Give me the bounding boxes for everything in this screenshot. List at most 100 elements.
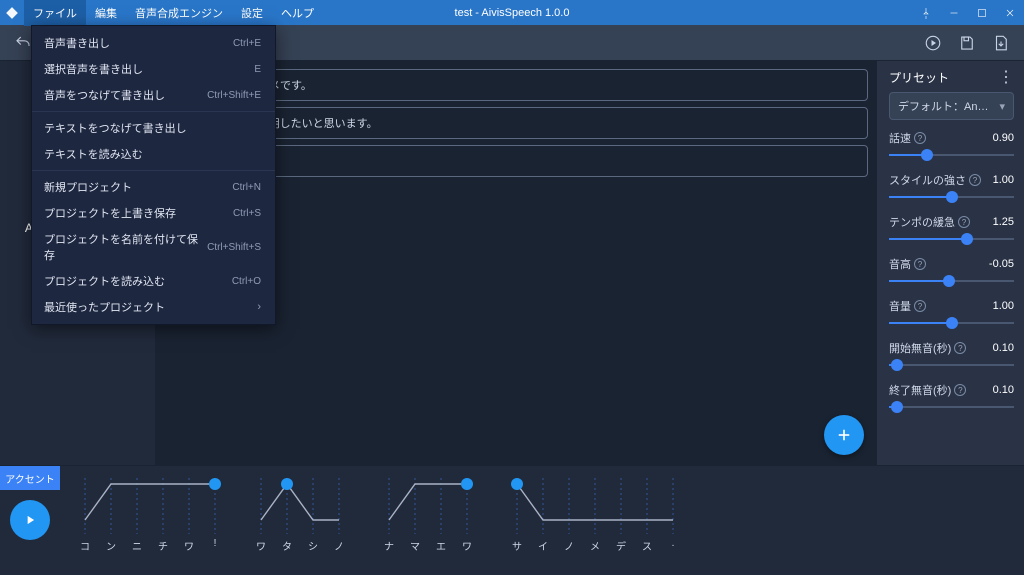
accent-graph[interactable]: コンニチワ!ワタシノナマエワサイノメデス. <box>60 466 1024 575</box>
menu-item-label: テキストをつなげて書き出し <box>44 120 187 136</box>
menu-item-label: テキストを読み込む <box>44 146 143 162</box>
menu-item[interactable]: 最近使ったプロジェクト › <box>32 294 275 320</box>
mora-label[interactable]: メ <box>582 538 608 553</box>
save-button[interactable] <box>952 29 982 57</box>
param-slider[interactable] <box>889 274 1014 288</box>
mora-label[interactable]: サ <box>504 538 530 553</box>
menu-shortcut: Ctrl+S <box>233 208 261 219</box>
mora-label[interactable]: マ <box>402 538 428 553</box>
menu-shortcut: E <box>254 64 261 75</box>
param-row: 音量 ?1.00 <box>889 298 1014 330</box>
menu-item[interactable]: 音声をつなげて書き出しCtrl+Shift+E <box>32 82 275 108</box>
help-icon[interactable]: ? <box>954 384 966 396</box>
param-slider[interactable] <box>889 232 1014 246</box>
menu-shortcut: Ctrl+O <box>232 276 261 287</box>
param-slider[interactable] <box>889 358 1014 372</box>
mora-label[interactable]: コ <box>72 538 98 553</box>
param-slider[interactable] <box>889 190 1014 204</box>
param-label: 話速 <box>889 130 911 146</box>
mora-label[interactable]: シ <box>300 538 326 553</box>
help-icon[interactable]: ? <box>969 174 981 186</box>
menu-shortcut: Ctrl+N <box>232 182 261 193</box>
pin-button[interactable] <box>912 0 940 25</box>
mora-label[interactable]: ワ <box>176 538 202 553</box>
preset-title: プリセット <box>889 69 949 86</box>
menubar: ファイル 編集 音声合成エンジン 設定 ヘルプ <box>24 0 323 26</box>
playall-button[interactable] <box>918 29 948 57</box>
text-line[interactable]: 前はサイノメです。 <box>205 69 868 101</box>
param-value: 1.00 <box>993 174 1014 186</box>
param-label: テンポの緩急 <box>889 214 955 230</box>
param-row: 終了無音(秒) ?0.10 <box>889 382 1014 414</box>
file-menu-dropdown: 音声書き出しCtrl+E 選択音声を書き出し E 音声をつなげて書き出しCtrl+Sh… <box>31 25 276 325</box>
preset-more-icon[interactable]: ⋮ <box>998 70 1014 86</box>
tab-accent[interactable]: アクセント <box>0 466 60 490</box>
help-icon[interactable]: ? <box>958 216 970 228</box>
param-slider[interactable] <box>889 316 1014 330</box>
menu-help[interactable]: ヘルプ <box>272 0 323 26</box>
chevron-down-icon: ▾ <box>999 100 1005 113</box>
help-icon[interactable]: ? <box>914 132 926 144</box>
mora-label[interactable]: デ <box>608 538 634 553</box>
menu-shortcut: Ctrl+Shift+E <box>207 90 261 101</box>
menu-item-label: 最近使ったプロジェクト <box>44 299 165 315</box>
mora-label[interactable]: ン <box>98 538 124 553</box>
param-value: 0.10 <box>993 384 1014 396</box>
param-label: 音量 <box>889 298 911 314</box>
param-row: 音高 ?-0.05 <box>889 256 1014 288</box>
param-slider[interactable] <box>889 148 1014 162</box>
text-line[interactable]: について説明したいと思います。 <box>205 107 868 139</box>
mora-label[interactable]: ノ <box>556 538 582 553</box>
menu-item-label: プロジェクトを名前を付けて保存 <box>44 231 207 263</box>
mora-label[interactable]: タ <box>274 538 300 553</box>
help-icon[interactable]: ? <box>914 258 926 270</box>
preset-selected: デフォルト：An… <box>898 98 988 114</box>
menu-edit[interactable]: 編集 <box>86 0 126 26</box>
menu-item-label: 新規プロジェクト <box>44 179 132 195</box>
menu-item[interactable]: テキストをつなげて書き出し <box>32 115 275 141</box>
mora-label[interactable]: . <box>660 538 686 553</box>
mora-label[interactable]: ! <box>202 538 228 553</box>
mora-label[interactable]: ワ <box>248 538 274 553</box>
menu-separator <box>32 111 275 112</box>
menu-item[interactable]: 選択音声を書き出し E <box>32 56 275 82</box>
preset-panel: プリセット ⋮ デフォルト：An… ▾ 話速 ?0.90スタイルの強さ ?1.0… <box>876 61 1024 465</box>
mora-label[interactable]: ノ <box>326 538 352 553</box>
maximize-button[interactable] <box>968 0 996 25</box>
mora-label[interactable]: イ <box>530 538 556 553</box>
help-icon[interactable]: ? <box>914 300 926 312</box>
menu-settings[interactable]: 設定 <box>232 0 272 26</box>
mora-label[interactable]: ス <box>634 538 660 553</box>
mora-label[interactable]: ナ <box>376 538 402 553</box>
menu-engine[interactable]: 音声合成エンジン <box>126 0 232 26</box>
menu-item-label: プロジェクトを読み込む <box>44 273 165 289</box>
param-slider[interactable] <box>889 400 1014 414</box>
param-row: テンポの緩急 ?1.25 <box>889 214 1014 246</box>
menu-item[interactable]: プロジェクトを上書き保存Ctrl+S <box>32 200 275 226</box>
chevron-right-icon: › <box>257 301 261 313</box>
minimize-button[interactable] <box>940 0 968 25</box>
param-value: -0.05 <box>989 258 1014 270</box>
mora-label[interactable]: ニ <box>124 538 150 553</box>
mora-label[interactable]: チ <box>150 538 176 553</box>
text-line[interactable] <box>205 145 868 177</box>
menu-item[interactable]: テキストを読み込む <box>32 141 275 167</box>
param-row: 開始無音(秒) ?0.10 <box>889 340 1014 372</box>
menu-item[interactable]: 音声書き出しCtrl+E <box>32 30 275 56</box>
preset-select[interactable]: デフォルト：An… ▾ <box>889 92 1014 120</box>
help-icon[interactable]: ? <box>954 342 966 354</box>
menu-shortcut: Ctrl+E <box>233 38 261 49</box>
menu-file[interactable]: ファイル <box>24 0 86 26</box>
close-button[interactable] <box>996 0 1024 25</box>
add-line-button[interactable] <box>824 415 864 455</box>
export-button[interactable] <box>986 29 1016 57</box>
mora-label[interactable]: エ <box>428 538 454 553</box>
menu-item-label: 選択音声を書き出し <box>44 61 143 77</box>
menu-item[interactable]: 新規プロジェクト Ctrl+N <box>32 174 275 200</box>
play-button[interactable] <box>10 500 50 540</box>
mora-label[interactable]: ワ <box>454 538 480 553</box>
param-row: 話速 ?0.90 <box>889 130 1014 162</box>
param-value: 0.10 <box>993 342 1014 354</box>
menu-item[interactable]: プロジェクトを名前を付けて保存Ctrl+Shift+S <box>32 226 275 268</box>
menu-item[interactable]: プロジェクトを読み込む Ctrl+O <box>32 268 275 294</box>
